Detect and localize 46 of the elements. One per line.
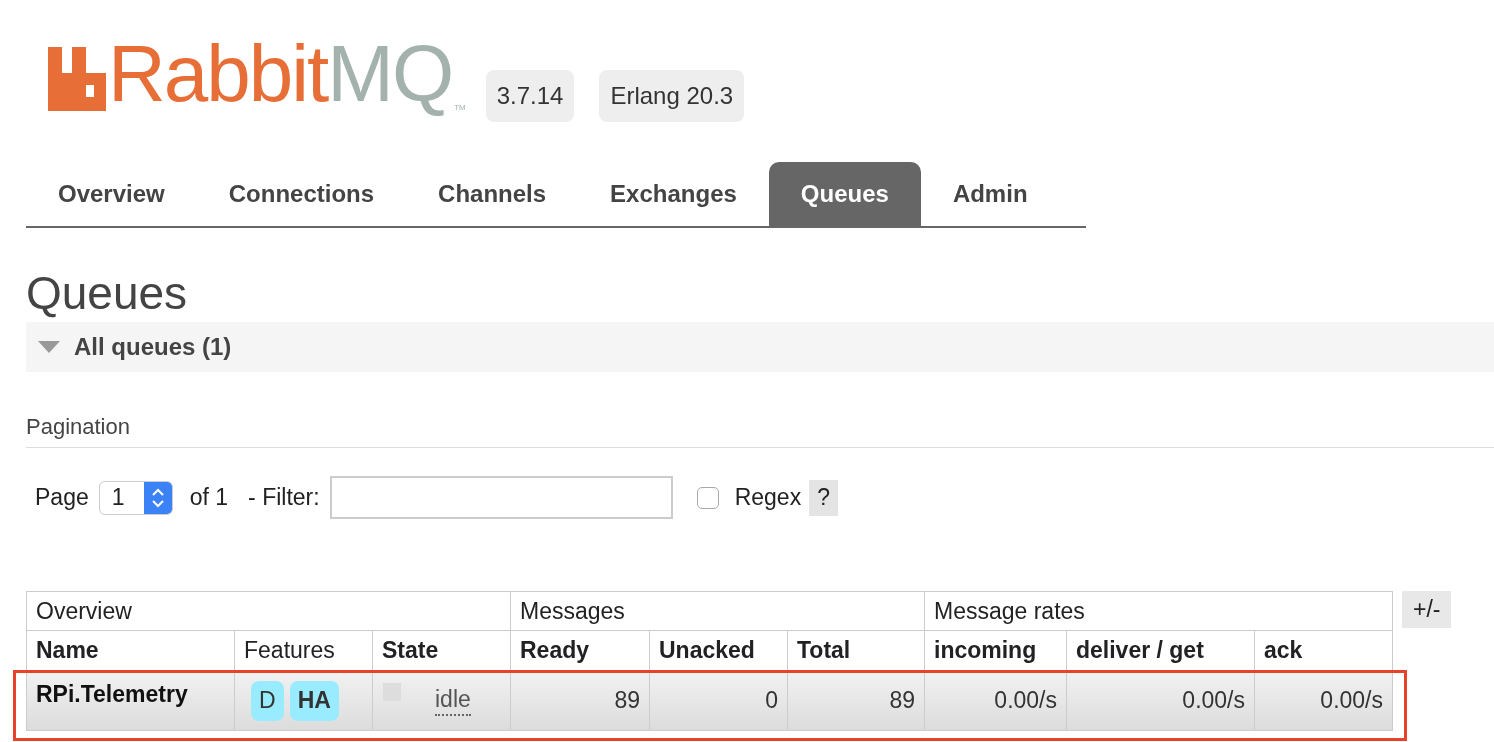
- table-cell: RPi.Telemetry: [27, 671, 235, 730]
- nav-tab[interactable]: Exchanges: [578, 162, 769, 226]
- column-header: Ready: [511, 631, 650, 670]
- triangle-icon: [38, 341, 60, 353]
- nav-tab[interactable]: Connections: [196, 162, 407, 226]
- feature-badge: D: [251, 680, 284, 721]
- nav-tab[interactable]: Channels: [406, 162, 579, 226]
- column-group-header: Overview: [27, 592, 511, 630]
- page-count: of 1: [189, 483, 229, 513]
- pagination-heading: Pagination: [26, 410, 1494, 448]
- column-group-header: Message rates: [925, 592, 1393, 630]
- column-header: deliver / get: [1067, 631, 1255, 670]
- nav-tab[interactable]: Queues: [768, 162, 921, 226]
- regex-label: Regex: [734, 483, 802, 513]
- column-header: Total: [788, 631, 925, 670]
- column-header: State: [373, 631, 511, 670]
- page-select[interactable]: 1: [98, 480, 173, 515]
- column-header: Name: [27, 631, 235, 670]
- filter-input[interactable]: [329, 476, 673, 519]
- column-header: Unacked: [650, 631, 788, 670]
- nav-tab[interactable]: Admin: [920, 162, 1060, 226]
- column-header: incoming: [925, 631, 1067, 670]
- feature-badge: HA: [289, 680, 339, 721]
- version-badge: Erlang 20.3: [599, 70, 745, 122]
- regex-checkbox[interactable]: [696, 486, 719, 509]
- version-badge: 3.7.14: [485, 70, 575, 122]
- column-group-header: Messages: [511, 592, 925, 630]
- state-label: idle: [435, 685, 471, 716]
- section-header[interactable]: All queues (1): [26, 322, 1494, 372]
- filter-label: - Filter:: [248, 483, 320, 513]
- stepper-icon: [151, 487, 164, 508]
- help-button[interactable]: ?: [809, 479, 838, 516]
- table-cell: 89: [511, 671, 650, 730]
- logo-icon: [48, 47, 106, 111]
- table-cell: 0: [650, 671, 788, 730]
- page-label: Page: [35, 483, 89, 513]
- page-title: Queues: [26, 270, 189, 316]
- queue-row[interactable]: RPi.Telemetry D HA idle 89 0 89 0.00/s 0.00/s 0.00/s: [27, 670, 1393, 730]
- table-cell: 89: [788, 671, 925, 730]
- column-header: Features: [235, 631, 373, 670]
- nav-tab[interactable]: Overview: [26, 162, 197, 226]
- column-header: ack: [1255, 631, 1393, 670]
- table-cell: 0.00/s: [925, 671, 1067, 730]
- table-cell: 0.00/s: [1255, 671, 1393, 730]
- columns-toggle-button[interactable]: +/-: [1402, 591, 1452, 628]
- table-cell: 0.00/s: [1067, 671, 1255, 730]
